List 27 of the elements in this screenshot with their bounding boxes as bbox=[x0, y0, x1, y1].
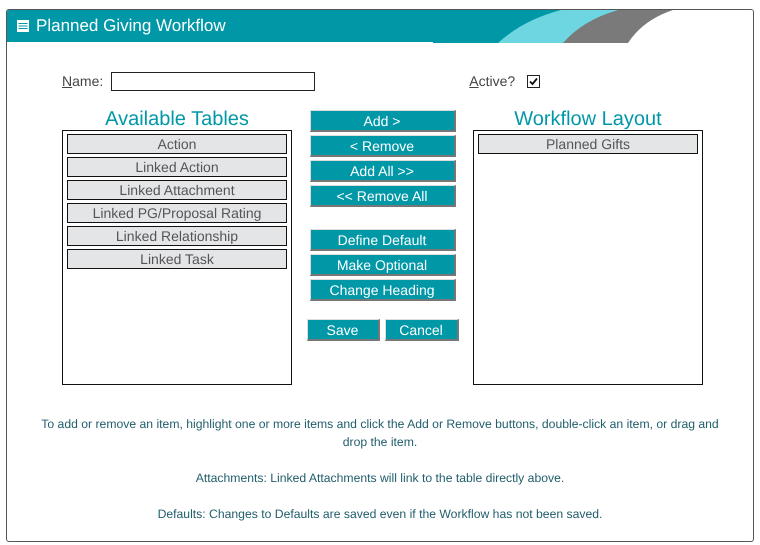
table-list-item[interactable]: Linked PG/Proposal Rating bbox=[67, 203, 287, 223]
name-label: Name: bbox=[62, 73, 104, 90]
available-tables-heading: Available Tables bbox=[104, 108, 250, 130]
option-button[interactable]: Change Heading bbox=[310, 279, 456, 301]
table-list-item[interactable]: Linked Task bbox=[67, 249, 287, 269]
layout-list-item[interactable]: Planned Gifts bbox=[478, 134, 698, 154]
workflow-layout-heading: Workflow Layout bbox=[513, 108, 663, 130]
name-field[interactable] bbox=[111, 72, 316, 91]
help-text: Attachments: Linked Attachments will link to the table directly above. bbox=[196, 470, 564, 487]
active-checkbox[interactable] bbox=[527, 74, 540, 88]
option-button[interactable]: Define Default bbox=[310, 229, 456, 251]
move-button[interactable]: Add All >> bbox=[310, 160, 456, 182]
table-list-item[interactable]: Linked Attachment bbox=[67, 180, 287, 200]
move-button[interactable]: Add > bbox=[310, 110, 456, 132]
move-button[interactable]: << Remove All bbox=[310, 185, 456, 207]
table-list-item[interactable]: Linked Action bbox=[67, 157, 287, 177]
active-label: Active? bbox=[469, 73, 516, 90]
table-list-item[interactable]: Action bbox=[67, 134, 287, 154]
option-button[interactable]: Make Optional bbox=[310, 254, 456, 276]
list-icon bbox=[16, 19, 30, 34]
help-text: Defaults: Changes to Defaults are saved even if the Workflow has not been saved. bbox=[158, 506, 602, 523]
save-button[interactable]: Save bbox=[306, 319, 380, 341]
move-button[interactable]: < Remove bbox=[310, 135, 456, 157]
help-text: To add or remove an item, highlight one or more items and click the Add or Remove buttons, double-click an item, or drag and drop the item. bbox=[40, 416, 720, 451]
window-title: Planned Giving Workflow bbox=[36, 16, 226, 36]
table-list-item[interactable]: Linked Relationship bbox=[67, 226, 287, 246]
cancel-button[interactable]: Cancel bbox=[384, 319, 458, 341]
